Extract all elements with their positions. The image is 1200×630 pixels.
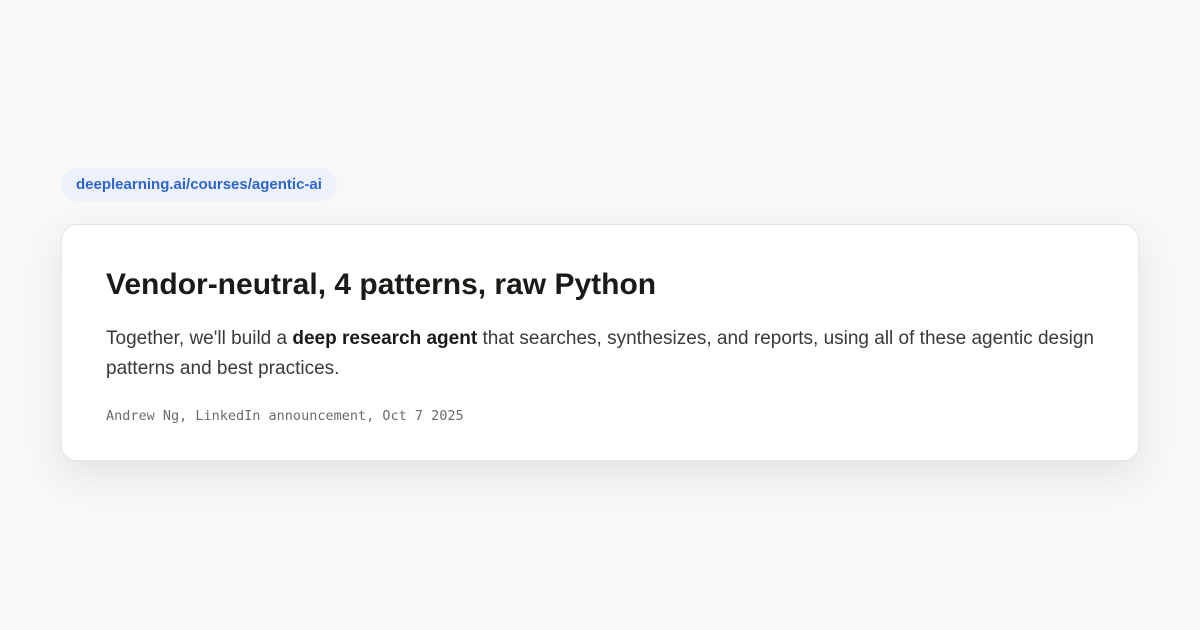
card-body-text: Together, we'll build a deep research ag… — [106, 324, 1094, 384]
card-headline: Vendor-neutral, 4 patterns, raw Python — [106, 268, 657, 301]
body-text-lead: Together, we'll build a — [106, 328, 293, 349]
source-url-link[interactable]: deeplearning.ai/courses/agentic-ai — [61, 168, 337, 201]
body-text-emphasis: deep research agent — [292, 328, 478, 349]
quote-attribution: Andrew Ng, LinkedIn announcement, Oct 7 … — [106, 408, 464, 424]
quote-card: Vendor-neutral, 4 patterns, raw Python T… — [61, 224, 1139, 461]
